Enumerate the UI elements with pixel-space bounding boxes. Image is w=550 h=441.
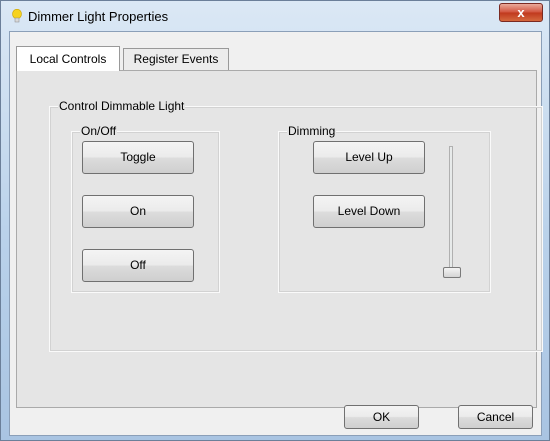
window-title: Dimmer Light Properties <box>28 9 169 24</box>
dialog-window: Dimmer Light Properties x Local Controls… <box>0 0 550 441</box>
dimming-slider-track[interactable] <box>449 146 453 276</box>
group-dimming-label: Dimming <box>287 124 337 138</box>
ok-button[interactable]: OK <box>344 405 419 429</box>
group-control-dimmable-light-label: Control Dimmable Light <box>58 99 186 113</box>
level-down-button[interactable]: Level Down <box>313 195 425 228</box>
tab-register-events[interactable]: Register Events <box>123 48 229 70</box>
light-bulb-icon <box>12 9 22 23</box>
tab-local-controls[interactable]: Local Controls <box>16 46 120 71</box>
cancel-button[interactable]: Cancel <box>458 405 533 429</box>
title-bar[interactable]: Dimmer Light Properties x <box>1 1 549 31</box>
level-up-button[interactable]: Level Up <box>313 141 425 174</box>
close-button[interactable]: x <box>499 3 543 22</box>
group-on-off-label: On/Off <box>80 124 118 138</box>
toggle-button[interactable]: Toggle <box>82 141 194 174</box>
dimming-slider-thumb[interactable] <box>443 267 461 278</box>
off-button[interactable]: Off <box>82 249 194 282</box>
on-button[interactable]: On <box>82 195 194 228</box>
